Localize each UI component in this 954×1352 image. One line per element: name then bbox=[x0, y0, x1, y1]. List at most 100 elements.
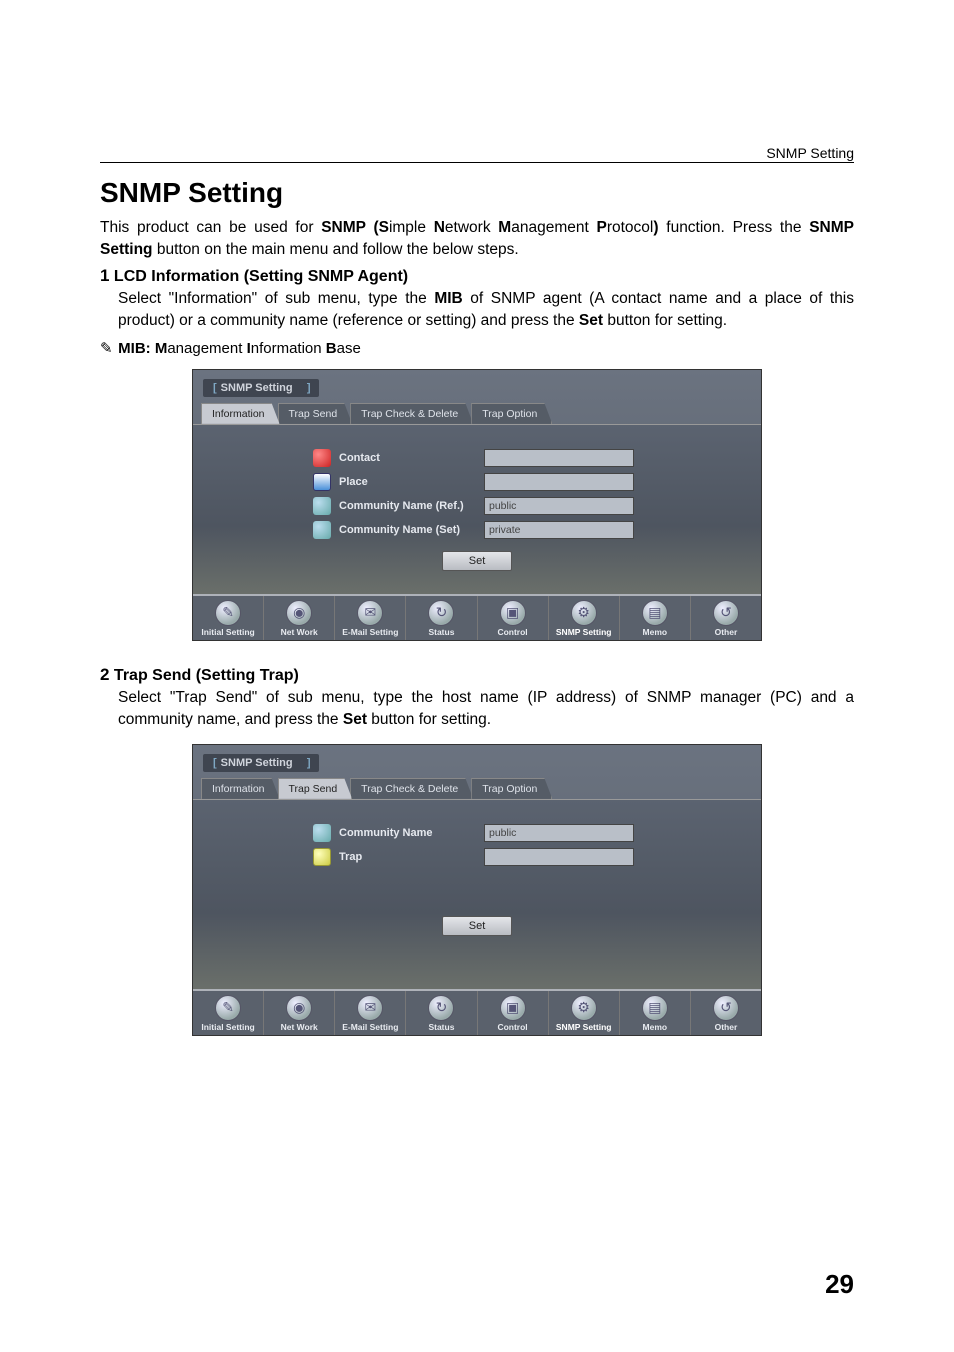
tab-trap-send[interactable]: Trap Send bbox=[278, 778, 353, 799]
section-1-body: Select "Information" of sub menu, type t… bbox=[100, 288, 854, 333]
footer-label: Control bbox=[478, 1022, 548, 1032]
footer-icon: ✉ bbox=[357, 995, 383, 1021]
footer-icon: ▣ bbox=[500, 600, 526, 626]
footer-memo[interactable]: ▤Memo bbox=[620, 596, 691, 640]
field-label: Contact bbox=[339, 452, 484, 464]
footer-other[interactable]: ↺Other bbox=[691, 991, 761, 1035]
footer-label: E-Mail Setting bbox=[335, 627, 405, 637]
tab-information[interactable]: Information bbox=[201, 778, 280, 799]
ss-footer: ✎Initial Setting◉Net Work✉E-Mail Setting… bbox=[193, 594, 761, 640]
section-1-heading: 1 LCD Information (Setting SNMP Agent) bbox=[100, 266, 854, 286]
footer-status[interactable]: ↻Status bbox=[406, 596, 477, 640]
footer-label: SNMP Setting bbox=[549, 627, 619, 637]
form-row: Place bbox=[193, 473, 761, 491]
footer-label: Net Work bbox=[264, 1022, 334, 1032]
ic-blue-icon bbox=[313, 473, 331, 491]
set-button[interactable]: Set bbox=[442, 916, 513, 936]
tab-trap-send[interactable]: Trap Send bbox=[278, 403, 353, 424]
form-row: Trap bbox=[193, 848, 761, 866]
ic-teal-icon bbox=[313, 497, 331, 515]
section-2-heading: 2 Trap Send (Setting Trap) bbox=[100, 665, 854, 685]
footer-label: Memo bbox=[620, 627, 690, 637]
footer-label: Net Work bbox=[264, 627, 334, 637]
footer-control[interactable]: ▣Control bbox=[478, 596, 549, 640]
ic-yellow-icon bbox=[313, 848, 331, 866]
footer-icon: ✎ bbox=[215, 600, 241, 626]
footer-icon: ↻ bbox=[428, 995, 454, 1021]
ss-set-row: Set bbox=[193, 916, 761, 936]
footer-net-work[interactable]: ◉Net Work bbox=[264, 991, 335, 1035]
footer-icon: ⚙ bbox=[571, 600, 597, 626]
field-label: Community Name bbox=[339, 827, 484, 839]
field-input[interactable]: private bbox=[484, 521, 634, 539]
form-row: Contact bbox=[193, 449, 761, 467]
field-input[interactable] bbox=[484, 848, 634, 866]
ss-window-title: SNMP Setting bbox=[203, 379, 319, 397]
ic-teal-icon bbox=[313, 824, 331, 842]
footer-icon: ▤ bbox=[642, 600, 668, 626]
form-row: Community Name (Ref.)public bbox=[193, 497, 761, 515]
set-button[interactable]: Set bbox=[442, 551, 513, 571]
tab-trap-check-delete[interactable]: Trap Check & Delete bbox=[350, 778, 473, 799]
footer-icon: ⚙ bbox=[571, 995, 597, 1021]
footer-label: Other bbox=[691, 627, 761, 637]
footer-icon: ↺ bbox=[713, 600, 739, 626]
footer-initial-setting[interactable]: ✎Initial Setting bbox=[193, 991, 264, 1035]
footer-control[interactable]: ▣Control bbox=[478, 991, 549, 1035]
footer-snmp-setting[interactable]: ⚙SNMP Setting bbox=[549, 991, 620, 1035]
screenshot-trap-send: SNMP Setting InformationTrap SendTrap Ch… bbox=[192, 744, 762, 1036]
footer-label: Memo bbox=[620, 1022, 690, 1032]
screenshot-information: SNMP Setting InformationTrap SendTrap Ch… bbox=[192, 369, 762, 641]
footer-icon: ↻ bbox=[428, 600, 454, 626]
ss-titlebar: SNMP Setting bbox=[193, 745, 761, 778]
ss-tab-row: InformationTrap SendTrap Check & DeleteT… bbox=[193, 403, 761, 424]
footer-e-mail-setting[interactable]: ✉E-Mail Setting bbox=[335, 991, 406, 1035]
pencil-icon: ✎ bbox=[100, 339, 114, 357]
field-input[interactable] bbox=[484, 449, 634, 467]
tab-information[interactable]: Information bbox=[201, 403, 280, 424]
footer-label: Initial Setting bbox=[193, 1022, 263, 1032]
footer-icon: ▣ bbox=[500, 995, 526, 1021]
footer-icon: ✉ bbox=[357, 600, 383, 626]
field-input[interactable] bbox=[484, 473, 634, 491]
footer-label: Initial Setting bbox=[193, 627, 263, 637]
footer-net-work[interactable]: ◉Net Work bbox=[264, 596, 335, 640]
footer-label: Status bbox=[406, 627, 476, 637]
ic-teal-icon bbox=[313, 521, 331, 539]
mib-note: ✎ MIB: Management Information Base bbox=[100, 339, 854, 357]
field-label: Place bbox=[339, 476, 484, 488]
footer-memo[interactable]: ▤Memo bbox=[620, 991, 691, 1035]
field-input[interactable]: public bbox=[484, 497, 634, 515]
ss-window-title: SNMP Setting bbox=[203, 754, 319, 772]
header-divider bbox=[100, 162, 854, 163]
field-input[interactable]: public bbox=[484, 824, 634, 842]
ss-body: Community NamepublicTrap Set bbox=[193, 799, 761, 989]
form-row: Community Namepublic bbox=[193, 824, 761, 842]
field-label: Trap bbox=[339, 851, 484, 863]
footer-icon: ◉ bbox=[286, 600, 312, 626]
ic-red-icon bbox=[313, 449, 331, 467]
footer-icon: ↺ bbox=[713, 995, 739, 1021]
tab-trap-check-delete[interactable]: Trap Check & Delete bbox=[350, 403, 473, 424]
intro-paragraph: This product can be used for SNMP (Simpl… bbox=[100, 217, 854, 262]
footer-other[interactable]: ↺Other bbox=[691, 596, 761, 640]
tab-trap-option[interactable]: Trap Option bbox=[471, 778, 552, 799]
footer-snmp-setting[interactable]: ⚙SNMP Setting bbox=[549, 596, 620, 640]
ss-footer: ✎Initial Setting◉Net Work✉E-Mail Setting… bbox=[193, 989, 761, 1035]
field-label: Community Name (Set) bbox=[339, 524, 484, 536]
ss-set-row: Set bbox=[193, 551, 761, 571]
ss-titlebar: SNMP Setting bbox=[193, 370, 761, 403]
footer-e-mail-setting[interactable]: ✉E-Mail Setting bbox=[335, 596, 406, 640]
footer-label: Status bbox=[406, 1022, 476, 1032]
footer-label: Control bbox=[478, 627, 548, 637]
footer-icon: ◉ bbox=[286, 995, 312, 1021]
ss-tab-row: InformationTrap SendTrap Check & DeleteT… bbox=[193, 778, 761, 799]
footer-label: SNMP Setting bbox=[549, 1022, 619, 1032]
footer-status[interactable]: ↻Status bbox=[406, 991, 477, 1035]
section-2-body: Select "Trap Send" of sub menu, type the… bbox=[100, 687, 854, 732]
page-number: 29 bbox=[825, 1269, 854, 1300]
footer-label: Other bbox=[691, 1022, 761, 1032]
footer-label: E-Mail Setting bbox=[335, 1022, 405, 1032]
footer-initial-setting[interactable]: ✎Initial Setting bbox=[193, 596, 264, 640]
tab-trap-option[interactable]: Trap Option bbox=[471, 403, 552, 424]
